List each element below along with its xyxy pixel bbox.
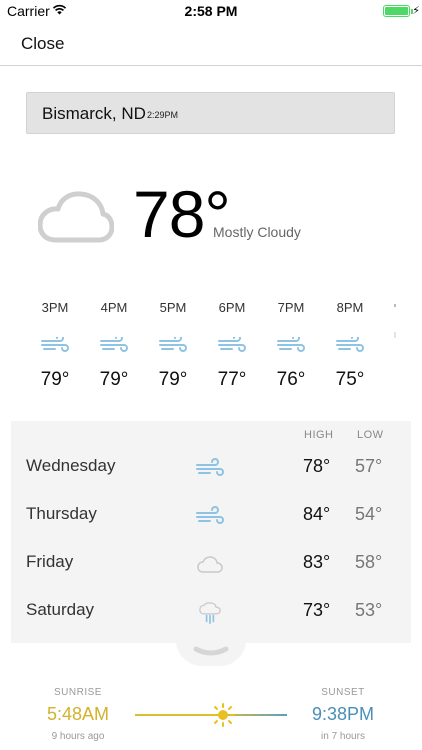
hour-time: 5PM (159, 300, 187, 315)
battery-icon (383, 5, 410, 17)
sunset-relative: in 7 hours (321, 731, 365, 742)
daily-row[interactable]: Wednesday 78° 57° (11, 448, 411, 488)
wind-icon (100, 337, 128, 352)
daily-row[interactable]: Thursday 84° 54° (11, 496, 411, 536)
low-header: LOW (357, 429, 384, 441)
hourly-item: 5PM 79° (148, 300, 198, 391)
rain-icon (199, 602, 221, 624)
location-bar[interactable]: Bismarck, ND 2:29PM (26, 92, 395, 134)
hourly-item: 3PM 79° (30, 300, 80, 391)
hourly-overflow-hint[interactable] (394, 300, 399, 340)
wind-icon (277, 337, 305, 352)
hour-time: 6PM (218, 300, 246, 315)
hour-time: 8PM (336, 300, 364, 315)
current-temperature: 78° (133, 177, 231, 251)
location-time: 2:29PM (147, 110, 179, 120)
hour-time: 7PM (277, 300, 305, 315)
expand-forecast-button[interactable] (176, 640, 246, 666)
wind-icon (196, 458, 224, 476)
hour-time: 3PM (41, 300, 69, 315)
wind-icon (159, 337, 187, 352)
day-high: 73° (303, 600, 331, 620)
sun-icon (211, 703, 235, 727)
hour-temp: 76° (276, 369, 306, 390)
wind-icon (41, 337, 69, 352)
day-high: 83° (303, 552, 331, 572)
day-low: 54° (355, 504, 383, 524)
day-name: Friday (26, 552, 74, 571)
cloud-icon (197, 556, 223, 573)
hourly-item: 4PM 79° (89, 300, 139, 391)
hour-temp: 77° (217, 369, 247, 390)
day-name: Saturday (26, 600, 95, 619)
wind-icon (218, 337, 246, 352)
day-low: 58° (355, 552, 383, 572)
current-condition: Mostly Cloudy (213, 224, 301, 240)
status-bar: Carrier 2:58 PM ⚡ (0, 0, 422, 22)
high-header: HIGH (304, 429, 334, 441)
hour-temp: 79° (158, 369, 188, 390)
daily-forecast: HIGH LOW Wednesday 78° 57° Thursday 84° … (11, 421, 411, 643)
charging-icon: ⚡ (412, 5, 420, 17)
wind-icon (196, 506, 224, 524)
day-name: Thursday (26, 504, 97, 523)
hour-temp: 79° (40, 369, 70, 390)
sunrise-relative: 9 hours ago (51, 731, 105, 742)
nav-bar: Close (0, 22, 422, 66)
status-time: 2:58 PM (184, 3, 238, 19)
daily-row[interactable]: Friday 83° 58° (11, 544, 411, 584)
hourly-item: 7PM 76° (266, 300, 316, 391)
location-name: Bismarck, ND (42, 104, 146, 123)
chevron-down-icon (193, 646, 229, 656)
sunset-label: SUNSET (321, 687, 365, 698)
hour-temp: 79° (99, 369, 129, 390)
day-low: 53° (355, 600, 383, 620)
day-high: 78° (303, 456, 331, 476)
day-name: Wednesday (26, 456, 116, 475)
wind-icon (336, 337, 364, 352)
close-button[interactable]: Close (21, 34, 64, 54)
day-high: 84° (303, 504, 331, 524)
cloud-icon (38, 191, 114, 243)
hourly-item: 6PM 77° (207, 300, 257, 391)
day-low: 57° (355, 456, 383, 476)
hour-time: 4PM (100, 300, 128, 315)
sunrise-time: 5:48AM (46, 704, 110, 724)
sunrise-label: SUNRISE (54, 687, 102, 698)
daily-row[interactable]: Saturday 73° 53° (11, 592, 411, 632)
hourly-item: 8PM 75° (325, 300, 375, 391)
sunset-time: 9:38PM (311, 704, 375, 724)
hour-temp: 75° (335, 369, 365, 390)
